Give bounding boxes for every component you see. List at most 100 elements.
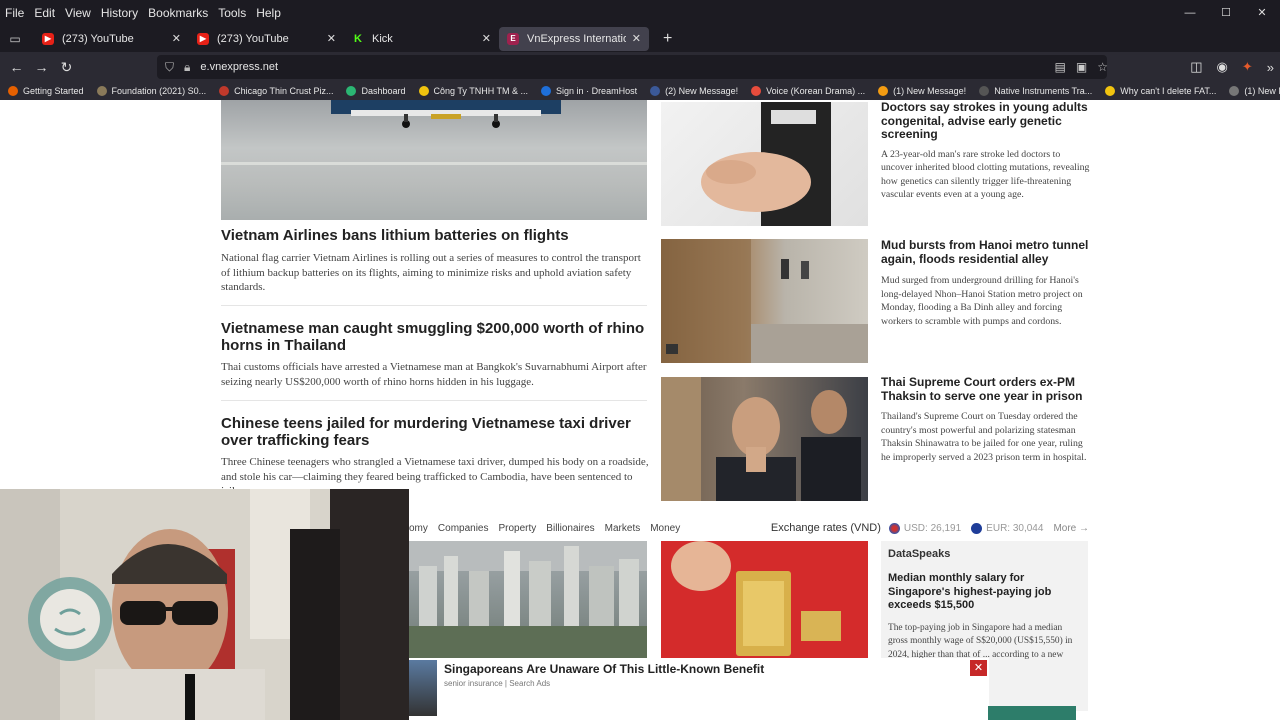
category-link[interactable]: Companies — [438, 523, 489, 534]
article-title[interactable]: Mud bursts from Hanoi metro tunnel again… — [881, 238, 1091, 266]
menu-tools[interactable]: Tools — [213, 6, 251, 20]
menu-help[interactable]: Help — [251, 6, 286, 20]
bookmark-item[interactable]: Getting Started — [0, 86, 89, 96]
tab-kick[interactable]: K Kick ✕ — [344, 27, 499, 51]
bookmark-favicon-icon — [878, 86, 889, 96]
menu-view[interactable]: View — [60, 6, 96, 20]
tab-close-icon[interactable]: ✕ — [172, 32, 181, 45]
thaksin-photo — [661, 377, 861, 501]
webcam-video — [0, 489, 409, 720]
bookmark-item[interactable]: Foundation (2021) S0... — [89, 86, 212, 96]
category-link[interactable]: Markets — [605, 523, 641, 534]
tab-close-icon[interactable]: ✕ — [482, 32, 491, 45]
new-tab-icon[interactable]: + — [663, 30, 672, 48]
article-title[interactable]: Doctors say strokes in young adults cong… — [881, 100, 1091, 142]
article-item: Vietnam Airlines bans lithium batteries … — [221, 227, 649, 295]
article-image-city[interactable] — [409, 541, 647, 658]
category-link[interactable]: Property — [499, 523, 537, 534]
reload-icon[interactable]: ↻ — [54, 59, 79, 76]
minimize-icon[interactable]: — — [1172, 7, 1208, 19]
article-image-airplane[interactable] — [221, 100, 647, 220]
bookmark-item[interactable]: Why can't I delete FAT... — [1097, 86, 1221, 96]
article-item: Mud bursts from Hanoi metro tunnel again… — [881, 238, 1091, 328]
bookmark-star-icon[interactable]: ☆ — [1097, 60, 1108, 74]
article-title[interactable]: Vietnamese man caught smuggling $200,000… — [221, 320, 649, 354]
page-actions-icon[interactable]: ▤ — [1055, 60, 1066, 74]
bookmark-item[interactable]: Công Ty TNHH TM & ... — [411, 86, 534, 96]
tab-close-icon[interactable]: ✕ — [632, 32, 641, 45]
bookmark-item[interactable]: Chicago Thin Crust Piz... — [211, 86, 338, 96]
shield-icon[interactable]: ⛉ — [165, 60, 174, 75]
more-rates-link[interactable]: More → — [1053, 523, 1089, 534]
article-title[interactable]: Chinese teens jailed for murdering Vietn… — [221, 415, 649, 449]
bookmark-item[interactable]: Native Instruments Tra... — [971, 86, 1097, 96]
bookmark-label: Công Ty TNHH TM & ... — [433, 86, 529, 96]
article-image-blood-pressure[interactable] — [661, 102, 868, 226]
tab-title: VnExpress International - Latest — [527, 32, 626, 45]
lock-icon[interactable]: 🔒︎ — [184, 60, 190, 75]
extension-icon[interactable]: ✦ — [1242, 59, 1253, 75]
tab-youtube-2[interactable]: ▶ (273) YouTube ✕ — [189, 27, 344, 51]
divider — [221, 305, 647, 306]
url-bar[interactable]: ⛉ 🔒︎ e.vnexpress.net — [157, 55, 1107, 79]
mud-alley-photo — [661, 239, 868, 363]
article-title[interactable]: Vietnam Airlines bans lithium batteries … — [221, 227, 649, 244]
bookmark-item[interactable]: Voice (Korean Drama) ... — [743, 86, 870, 96]
bookmark-item[interactable]: Sign in · DreamHost — [533, 86, 642, 96]
bookmark-favicon-icon — [650, 86, 661, 96]
category-link[interactable]: Billionaires — [546, 523, 594, 534]
us-flag-icon — [888, 522, 900, 534]
bookmark-label: Getting Started — [23, 86, 84, 96]
overflow-menu-icon[interactable]: » — [1267, 60, 1274, 75]
gold-bar-photo — [661, 541, 868, 658]
ad-title[interactable]: Singaporeans Are Unaware Of This Little-… — [444, 662, 764, 676]
reader-view-icon[interactable]: ▣ — [1076, 60, 1087, 74]
bookmark-item[interactable]: (1) New Message! — [870, 86, 971, 96]
article-image-mud-alley[interactable] — [661, 239, 868, 363]
usd-rate: USD: 26,191 — [903, 522, 962, 534]
tab-title: (273) YouTube — [217, 32, 289, 45]
sidebar-icon[interactable]: ◫ — [1190, 59, 1202, 75]
article-title[interactable]: Thai Supreme Court orders ex-PM Thaksin … — [881, 375, 1091, 403]
tab-close-icon[interactable]: ✕ — [327, 32, 336, 45]
ad-banner[interactable]: Singaporeans Are Unaware Of This Little-… — [409, 658, 989, 720]
eur-rate: EUR: 30,044 — [986, 522, 1044, 534]
bookmark-item[interactable]: (1) New Message! — [1221, 86, 1280, 96]
maximize-icon[interactable]: ☐ — [1208, 6, 1244, 19]
bookmark-item[interactable]: (2) New Message! — [642, 86, 743, 96]
youtube-icon: ▶ — [42, 32, 54, 45]
menu-bar: File Edit View History Bookmarks Tools H… — [0, 0, 1280, 25]
menu-bookmarks[interactable]: Bookmarks — [143, 6, 213, 20]
bookmark-label: Native Instruments Tra... — [994, 86, 1093, 96]
article-image-gold[interactable] — [661, 541, 868, 658]
category-link[interactable]: omy — [409, 523, 428, 534]
bookmark-favicon-icon — [418, 86, 429, 96]
bookmark-item[interactable]: Dashboard — [338, 86, 410, 96]
article-item: Doctors say strokes in young adults cong… — [881, 100, 1091, 202]
back-icon[interactable]: ← — [4, 59, 29, 75]
dataspeaks-label: DataSpeaks — [888, 548, 951, 560]
article-summary: The top-paying job in Singapore had a me… — [888, 622, 1073, 660]
ad-close-button[interactable]: ✕ — [970, 660, 987, 676]
tab-vnexpress[interactable]: E VnExpress International - Latest ✕ — [499, 26, 649, 51]
toolbar-right: ◫ ◉ ✦ » — [1190, 52, 1280, 82]
menu-history[interactable]: History — [96, 6, 143, 20]
exchange-rates-label: Exchange rates (VND) — [770, 522, 881, 534]
kick-icon: K — [352, 32, 364, 45]
bookmark-favicon-icon — [219, 86, 230, 96]
category-link[interactable]: Money — [650, 523, 680, 534]
menu-file[interactable]: File — [0, 6, 29, 20]
account-icon[interactable]: ◉ — [1217, 59, 1228, 75]
bookmark-favicon-icon — [751, 86, 762, 96]
article-title[interactable]: Median monthly salary for Singapore's hi… — [888, 572, 1081, 613]
tab-youtube-1[interactable]: ▶ (273) YouTube ✕ — [34, 27, 189, 51]
tab-list-icon[interactable]: ▭ — [0, 32, 30, 46]
tab-title: Kick — [372, 32, 393, 45]
forward-icon[interactable]: → — [29, 59, 54, 75]
ad-image — [409, 660, 437, 716]
bookmark-favicon-icon — [96, 86, 107, 96]
menu-edit[interactable]: Edit — [29, 6, 60, 20]
close-icon[interactable]: ✕ — [1244, 6, 1280, 19]
article-image-thaksin[interactable] — [661, 377, 868, 501]
bookmark-favicon-icon — [346, 86, 357, 96]
